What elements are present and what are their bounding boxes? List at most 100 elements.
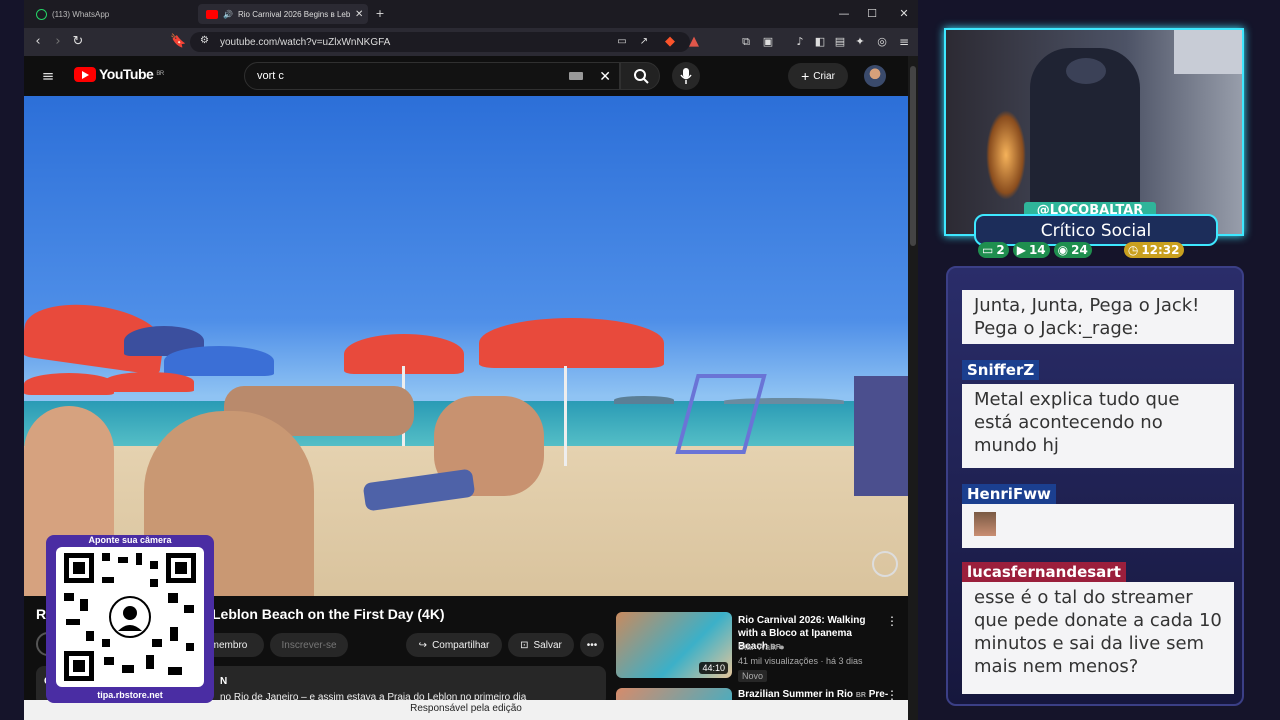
leo-icon[interactable]: ✦	[852, 34, 868, 50]
island	[614, 396, 674, 404]
video-player[interactable]	[24, 96, 908, 596]
close-tab-icon[interactable]: ✕	[355, 9, 363, 20]
recommended-title[interactable]: Brazilian Summer in Rio BR Pre-	[738, 689, 888, 700]
tab-label: Rio Carnival 2026 Begins в Leblon	[237, 9, 350, 19]
member-label: membro	[210, 639, 248, 651]
scrollbar-thumb[interactable]	[910, 66, 916, 246]
tab-bar: (113) WhatsApp 🔊 Rio Carnival 2026 Begin…	[24, 0, 918, 28]
umbrella	[479, 318, 664, 368]
chat-message	[962, 504, 1234, 548]
region-badge: BR	[855, 692, 866, 699]
qr-pattern	[64, 553, 196, 681]
chair-headrest	[1066, 58, 1106, 84]
tab-whatsapp[interactable]: (113) WhatsApp	[28, 4, 194, 24]
minimize-button[interactable]: —	[836, 6, 852, 22]
qr-header: Aponte sua câmera	[88, 535, 172, 545]
youtube-play-icon	[74, 66, 96, 82]
chat-message: Metal explica tudo que está acontecendo …	[962, 384, 1234, 468]
extensions-icon[interactable]: ⧉	[738, 34, 754, 50]
verified-icon: ●	[779, 642, 785, 652]
back-icon[interactable]: ‹	[30, 34, 46, 50]
keyboard-icon[interactable]	[569, 72, 583, 80]
umbrella-pole	[564, 366, 567, 466]
chat-message: esse é o tal do streamer que pede donate…	[962, 582, 1234, 694]
stat-value: 24	[1071, 243, 1088, 257]
stat-value: 2	[996, 243, 1005, 257]
new-badge: Novo	[738, 670, 768, 682]
video-title: Leblon Beach on the First Day (4K)	[212, 606, 445, 622]
youtube-logo[interactable]: YouTube BR	[74, 66, 164, 82]
microphone-icon	[680, 68, 692, 84]
share-button[interactable]: ↪ Compartilhar	[406, 633, 502, 657]
more-actions-button[interactable]: •••	[580, 633, 604, 657]
search-icon	[634, 69, 649, 84]
cast-icon[interactable]: ▭	[614, 34, 630, 50]
screenshot-icon[interactable]: ▣	[760, 34, 776, 50]
search-value: vort c	[257, 70, 284, 82]
window	[1174, 30, 1242, 74]
forward-icon[interactable]: ›	[50, 34, 66, 50]
clear-search-icon[interactable]: ✕	[599, 68, 611, 85]
speaker-icon: 🔊	[223, 9, 233, 19]
stat-value: 12:32	[1141, 243, 1180, 257]
qr-footer: tipa.rbstore.net	[97, 690, 163, 700]
url-text: youtube.com/watch?v=uZlxWnNKGFA	[220, 36, 391, 48]
share-icon[interactable]: ↗	[636, 34, 652, 50]
recommended-channel[interactable]: Star Walk ●	[738, 642, 785, 652]
media-icon[interactable]: ♪	[792, 34, 808, 50]
bookmark-icon[interactable]: 🔖	[170, 34, 186, 50]
chat-message: Junta, Junta, Pega o Jack! Pega o Jack:_…	[962, 290, 1234, 344]
menu-icon[interactable]: ≡	[896, 34, 912, 50]
youtube-icon	[206, 9, 218, 19]
logo-text: YouTube	[99, 66, 154, 82]
kebab-icon[interactable]: ⋮	[886, 614, 898, 628]
more-icon: •••	[586, 639, 598, 651]
avatar[interactable]	[864, 65, 886, 87]
emote-image	[974, 512, 996, 536]
sidebar-icon[interactable]: ◧	[812, 34, 828, 50]
qr-code	[56, 547, 204, 687]
rewards-icon[interactable]: ▲	[686, 34, 702, 50]
status-bar: Responsável pela edição	[24, 700, 908, 720]
scrollbar[interactable]	[908, 56, 918, 720]
chat-username: SnifferZ	[962, 360, 1040, 380]
tab-label: (113) WhatsApp	[52, 9, 110, 19]
reload-icon[interactable]: ↻	[70, 34, 86, 50]
tab-youtube[interactable]: 🔊 Rio Carnival 2026 Begins в Leblon ✕	[198, 4, 368, 24]
hamburger-icon[interactable]: ≡	[40, 68, 56, 84]
site-info-icon[interactable]: ⚙	[200, 35, 209, 46]
recommended-title-text: Brazilian Summer in Rio	[738, 689, 854, 700]
chat-username: HenriFww	[962, 484, 1056, 504]
maximize-button[interactable]: ☐	[864, 6, 880, 22]
viewers-icon: ◉ 24	[1053, 242, 1092, 258]
subscribe-label: Inscrever-se	[281, 639, 337, 651]
channel-name: Star Walk	[738, 642, 777, 652]
wallet-icon[interactable]: ▤	[832, 34, 848, 50]
clock-icon: ◷ 12:32	[1123, 242, 1184, 258]
bookmark-save-icon: ⊡	[520, 639, 529, 651]
brave-shield-icon[interactable]: ◆	[662, 34, 678, 50]
recommended-thumbnail[interactable]: 44:10	[616, 612, 732, 678]
youtube-header: ≡ YouTube BR vort c ✕ + Criar	[24, 56, 910, 96]
search-input[interactable]: vort c ✕	[244, 62, 620, 90]
beach-chair	[854, 376, 908, 496]
chat-username: lucasfernandesart	[962, 562, 1126, 582]
close-window-button[interactable]: ✕	[896, 6, 912, 22]
save-label: Salvar	[533, 639, 562, 651]
subscribe-button[interactable]: Inscrever-se	[270, 633, 348, 657]
address-bar-row: ‹ › ↻ 🔖 ⚙ youtube.com/watch?v=uZlxWnNKGF…	[24, 28, 918, 56]
umbrella	[164, 346, 274, 376]
vpn-icon[interactable]: ◎	[874, 34, 890, 50]
search-button[interactable]	[620, 62, 660, 90]
umbrella	[104, 372, 194, 392]
new-tab-button[interactable]: +	[372, 6, 388, 22]
lamp-glow	[986, 110, 1026, 200]
save-button[interactable]: ⊡ Salvar	[508, 633, 574, 657]
voice-search-button[interactable]	[672, 62, 700, 90]
create-button[interactable]: + Criar	[788, 63, 848, 89]
qr-overlay: Aponte sua câmera tipa.rbstore.net	[46, 535, 214, 703]
video-duration: 44:10	[699, 662, 728, 674]
stream-stats: ▭ 2 ▶ 14 ◉ 24 ◷ 12:32	[978, 242, 1218, 260]
fullscreen-icon[interactable]	[872, 551, 898, 577]
share-arrow-icon: ↪	[418, 639, 428, 651]
